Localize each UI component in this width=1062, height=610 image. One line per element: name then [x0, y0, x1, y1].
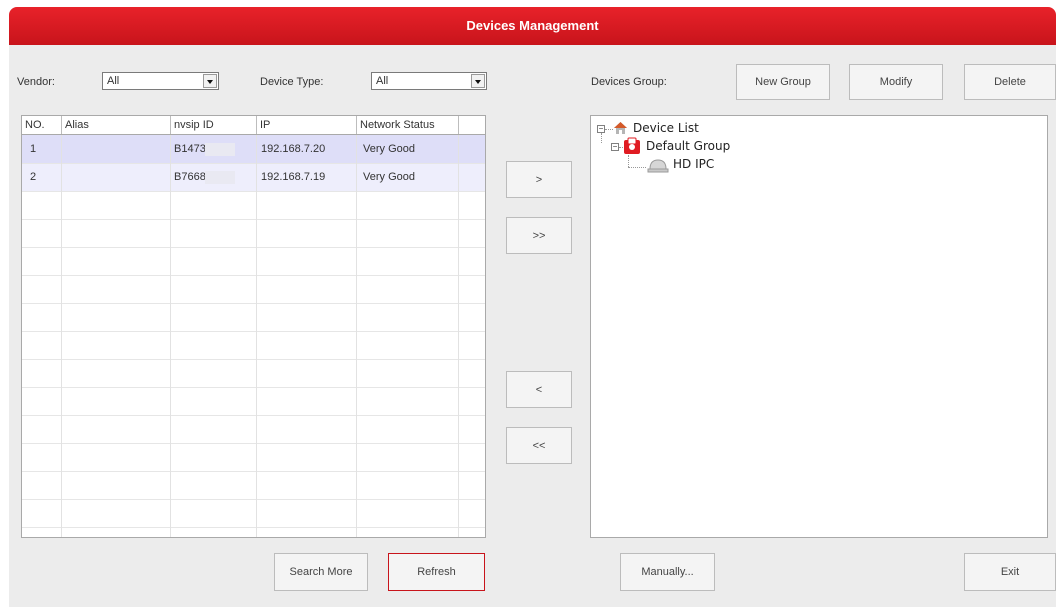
- cell-network-status: Very Good: [363, 143, 415, 155]
- tree-node-default-group[interactable]: Default Group: [646, 139, 730, 153]
- column-header-no[interactable]: NO.: [22, 116, 62, 134]
- column-header-ip[interactable]: IP: [257, 116, 357, 134]
- remove-all-button[interactable]: <<: [506, 427, 572, 464]
- home-icon: [613, 121, 628, 138]
- device-type-label: Device Type:: [260, 76, 324, 88]
- device-table: NO. Alias nvsip ID IP Network Status 1 B…: [21, 115, 486, 538]
- collapse-toggle[interactable]: −: [611, 143, 619, 151]
- device-type-select[interactable]: All: [371, 72, 487, 90]
- collapse-toggle[interactable]: −: [597, 125, 605, 133]
- table-row[interactable]: [22, 135, 485, 163]
- remove-selected-button[interactable]: <: [506, 371, 572, 408]
- devices-group-label: Devices Group:: [591, 76, 667, 88]
- device-type-select-value: All: [376, 75, 389, 87]
- add-selected-button[interactable]: >: [506, 161, 572, 198]
- group-icon: [623, 137, 641, 158]
- cell-ip: 192.168.7.19: [261, 171, 326, 183]
- column-header-alias[interactable]: Alias: [62, 116, 171, 134]
- chevron-down-icon[interactable]: [471, 74, 485, 88]
- tree-node-hd-ipc[interactable]: HD IPC: [673, 157, 714, 171]
- cell-no: 2: [30, 171, 37, 183]
- title-bar: Devices Management: [9, 7, 1056, 45]
- vendor-select-value: All: [107, 75, 120, 87]
- camera-icon: [647, 157, 669, 176]
- chevron-down-icon[interactable]: [203, 74, 217, 88]
- devices-management-window: Devices Management Vendor: All Device Ty…: [9, 7, 1056, 607]
- modify-button[interactable]: Modify: [849, 64, 943, 100]
- new-group-button[interactable]: New Group: [736, 64, 830, 100]
- add-all-button[interactable]: >>: [506, 217, 572, 254]
- column-header-nvsip-id[interactable]: nvsip ID: [171, 116, 257, 134]
- tree-node-device-list[interactable]: Device List: [633, 121, 699, 135]
- vendor-label: Vendor:: [17, 76, 55, 88]
- device-group-tree: − Device List − Default Group HD IPC: [590, 115, 1048, 538]
- cell-network-status: Very Good: [363, 171, 415, 183]
- cell-nvsip-id: B7668: [174, 163, 235, 191]
- cell-ip: 192.168.7.20: [261, 143, 326, 155]
- table-row[interactable]: [22, 163, 485, 191]
- table-header: NO. Alias nvsip ID IP Network Status: [22, 116, 485, 135]
- vendor-select[interactable]: All: [102, 72, 219, 90]
- column-header-network-status[interactable]: Network Status: [357, 116, 459, 134]
- delete-button[interactable]: Delete: [964, 64, 1056, 100]
- refresh-button[interactable]: Refresh: [388, 553, 485, 591]
- search-more-button[interactable]: Search More: [274, 553, 368, 591]
- exit-button[interactable]: Exit: [964, 553, 1056, 591]
- cell-nvsip-id: B1473: [174, 135, 235, 163]
- manually-button[interactable]: Manually...: [620, 553, 715, 591]
- cell-no: 1: [30, 143, 37, 155]
